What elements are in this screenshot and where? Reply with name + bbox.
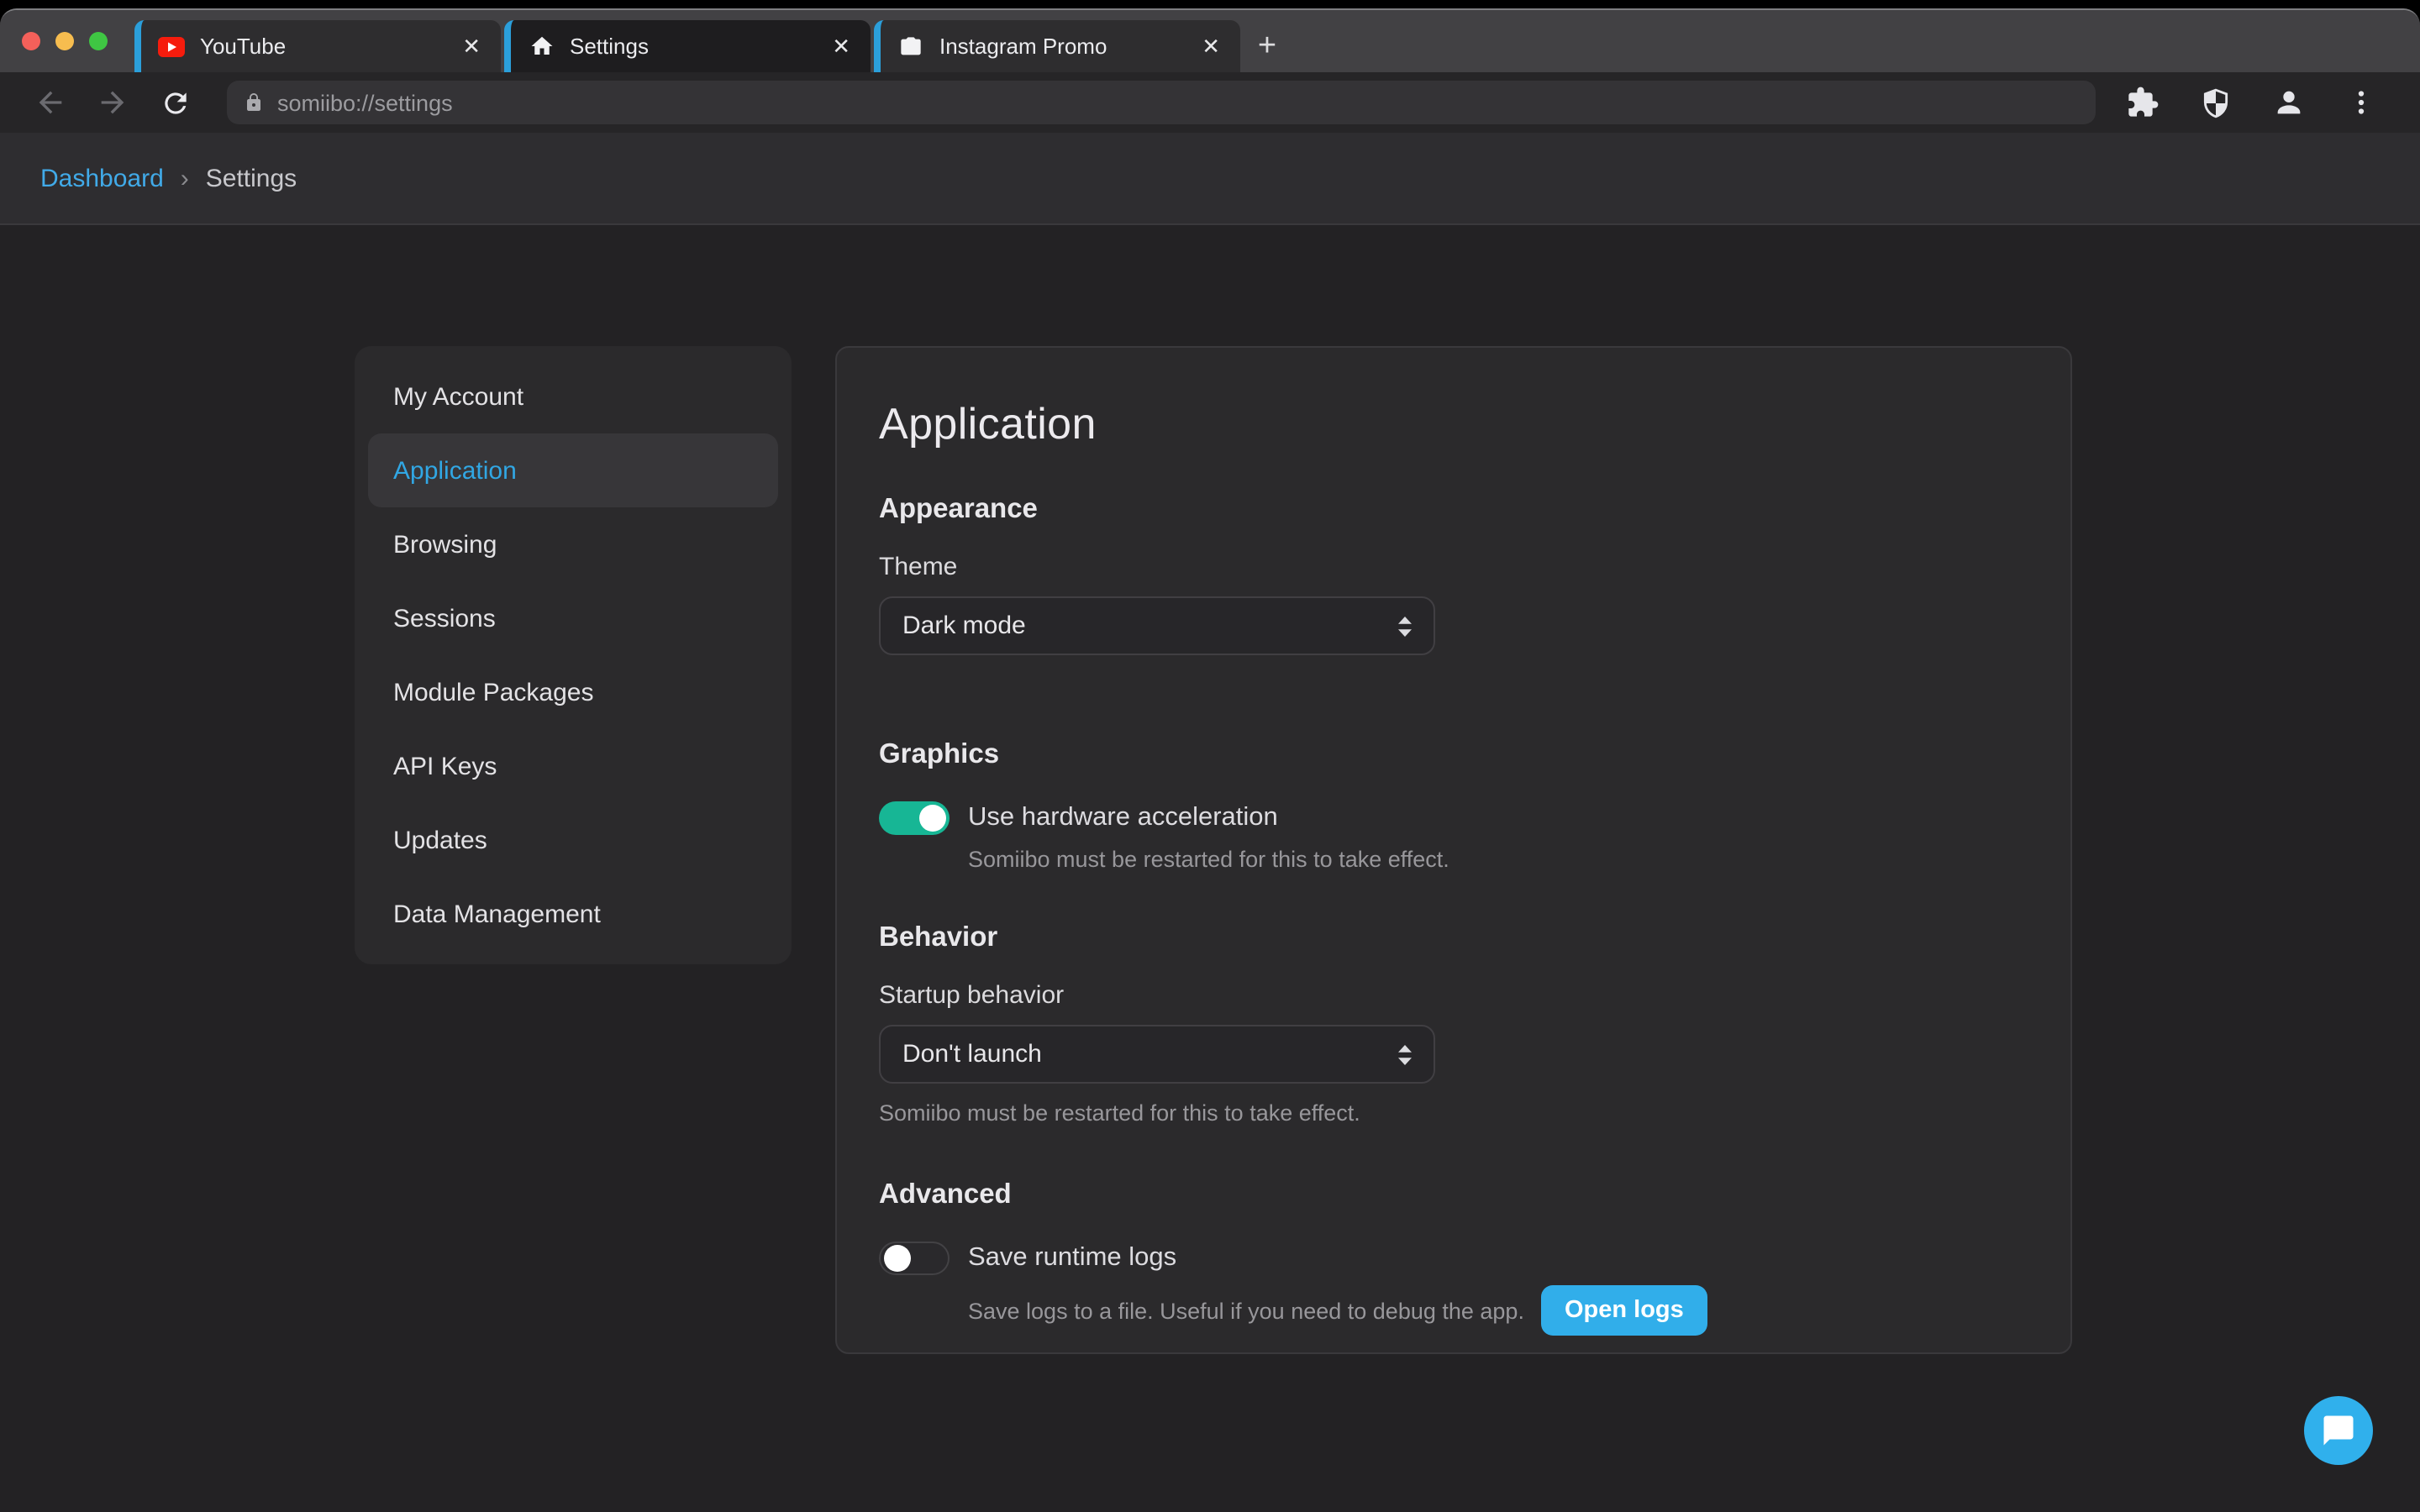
settings-page: My Account Application Browsing Sessions…	[0, 225, 2420, 1354]
home-icon	[528, 33, 555, 60]
forward-button[interactable]	[92, 82, 133, 123]
menu-dots-icon[interactable]	[2346, 87, 2376, 118]
startup-behavior-label: Startup behavior	[879, 981, 2023, 1010]
open-logs-button[interactable]: Open logs	[1541, 1285, 1707, 1336]
advanced-helper-row: Save logs to a file. Useful if you need …	[879, 1285, 2023, 1336]
behavior-section-heading: Behavior	[879, 922, 2023, 954]
tab-settings[interactable]: Settings ✕	[504, 20, 871, 72]
graphics-helper-text: Somiibo must be restarted for this to ta…	[879, 847, 2023, 872]
close-icon[interactable]: ✕	[459, 33, 484, 60]
startup-behavior-select-value: Don't launch	[902, 1040, 1042, 1068]
close-icon[interactable]: ✕	[829, 33, 854, 60]
back-button[interactable]	[30, 82, 71, 123]
page-title: Application	[879, 398, 2023, 450]
breadcrumb: Dashboard › Settings	[0, 133, 2420, 225]
sidebar-item-browsing[interactable]: Browsing	[368, 507, 778, 581]
save-runtime-logs-row: Save runtime logs	[879, 1242, 2023, 1275]
youtube-icon	[158, 33, 185, 60]
sidebar-item-module-packages[interactable]: Module Packages	[368, 655, 778, 729]
chat-icon	[2321, 1413, 2356, 1448]
select-arrows-icon	[1397, 1042, 1413, 1066]
tab-strip: YouTube ✕ Settings ✕ Instagram Promo ✕ +	[0, 10, 2420, 72]
breadcrumb-current: Settings	[206, 164, 297, 192]
chat-bubble-button[interactable]	[2304, 1396, 2373, 1465]
toggle-knob	[884, 1245, 911, 1272]
save-runtime-logs-toggle[interactable]	[879, 1242, 950, 1275]
toolbar-actions	[2126, 86, 2390, 119]
minimize-window-button[interactable]	[55, 32, 74, 50]
startup-behavior-select[interactable]: Don't launch	[879, 1025, 1435, 1084]
hardware-acceleration-label: Use hardware acceleration	[968, 803, 1278, 833]
app-screen: YouTube ✕ Settings ✕ Instagram Promo ✕ +	[0, 0, 2420, 1512]
toggle-knob	[919, 805, 946, 832]
advanced-section-heading: Advanced	[879, 1179, 2023, 1211]
sidebar-item-updates[interactable]: Updates	[368, 803, 778, 877]
new-tab-button[interactable]: +	[1244, 20, 1291, 72]
sidebar-item-data-management[interactable]: Data Management	[368, 877, 778, 951]
theme-label: Theme	[879, 553, 2023, 581]
sidebar-item-sessions[interactable]: Sessions	[368, 581, 778, 655]
browser-window: YouTube ✕ Settings ✕ Instagram Promo ✕ +	[0, 8, 2420, 1512]
shield-icon[interactable]	[2200, 87, 2232, 118]
tab-instagram-promo[interactable]: Instagram Promo ✕	[874, 20, 1240, 72]
window-controls	[22, 32, 108, 50]
advanced-helper-text: Save logs to a file. Useful if you need …	[968, 1298, 1524, 1323]
tab-youtube[interactable]: YouTube ✕	[134, 20, 501, 72]
address-bar[interactable]: somiibo://settings	[227, 81, 2096, 124]
hardware-acceleration-row: Use hardware acceleration	[879, 801, 2023, 835]
select-arrows-icon	[1397, 614, 1413, 638]
sidebar-item-api-keys[interactable]: API Keys	[368, 729, 778, 803]
url-text: somiibo://settings	[277, 90, 453, 115]
sidebar-item-my-account[interactable]: My Account	[368, 360, 778, 433]
save-runtime-logs-label: Save runtime logs	[968, 1243, 1176, 1273]
sidebar-item-application[interactable]: Application	[368, 433, 778, 507]
theme-select[interactable]: Dark mode	[879, 596, 1435, 655]
reload-button[interactable]	[155, 82, 195, 123]
theme-select-value: Dark mode	[902, 612, 1026, 640]
tab-title: YouTube	[200, 34, 459, 59]
profile-icon[interactable]	[2272, 86, 2306, 119]
graphics-section-heading: Graphics	[879, 739, 2023, 771]
browser-toolbar: somiibo://settings	[0, 72, 2420, 133]
zoom-window-button[interactable]	[89, 32, 108, 50]
tab-title: Settings	[570, 34, 829, 59]
extensions-icon[interactable]	[2126, 86, 2160, 119]
close-icon[interactable]: ✕	[1198, 33, 1223, 60]
hardware-acceleration-toggle[interactable]	[879, 801, 950, 835]
breadcrumb-dashboard-link[interactable]: Dashboard	[40, 164, 164, 192]
camera-icon	[897, 33, 924, 60]
chevron-right-icon: ›	[181, 164, 189, 192]
appearance-section-heading: Appearance	[879, 494, 2023, 526]
behavior-helper-text: Somiibo must be restarted for this to ta…	[879, 1100, 2023, 1126]
lock-icon	[244, 92, 264, 113]
application-settings-panel: Application Appearance Theme Dark mode G…	[835, 346, 2072, 1354]
tab-title: Instagram Promo	[939, 34, 1198, 59]
settings-sidebar: My Account Application Browsing Sessions…	[355, 346, 792, 964]
close-window-button[interactable]	[22, 32, 40, 50]
